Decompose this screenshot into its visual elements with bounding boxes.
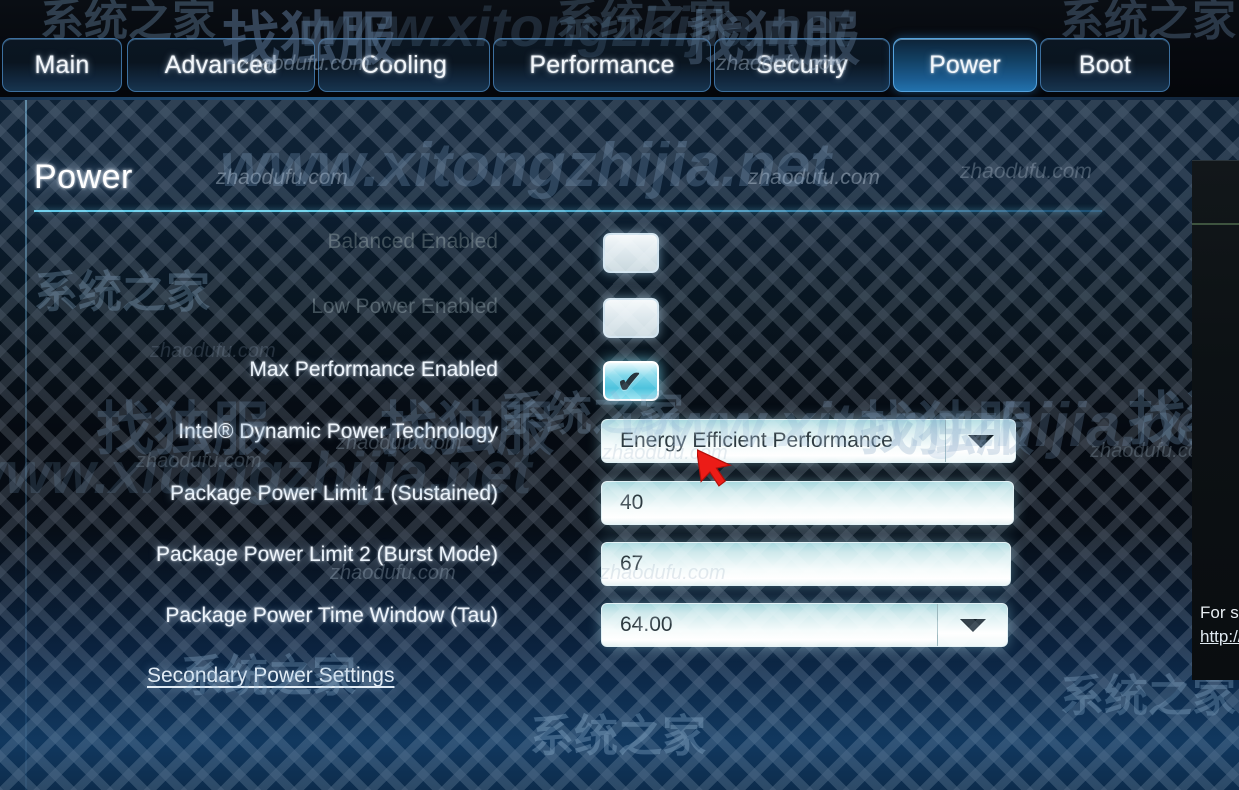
link-secondary-power-settings[interactable]: Secondary Power Settings (147, 664, 394, 688)
tab-label: Main (34, 50, 90, 79)
setting-row-package-power-limit-1: Package Power Limit 1 (Sustained) 40 (0, 470, 1239, 525)
input-value: 67 (620, 552, 644, 575)
setting-row-package-power-time-window: Package Power Time Window (Tau) 64.00 (0, 592, 1239, 647)
tab-advanced[interactable]: Advanced (127, 38, 315, 92)
tab-label: Cooling (360, 50, 448, 79)
dropdown-package-power-time-window[interactable]: 64.00 (601, 603, 1008, 647)
watermark-domain: zhaodufu.com (960, 160, 1092, 183)
bios-screen: Main Advanced Cooling Performance Securi… (0, 0, 1239, 790)
tab-main[interactable]: Main (2, 38, 122, 92)
tab-label: Power (929, 50, 1001, 79)
setting-row-dynamic-power-technology: Intel® Dynamic Power Technology Energy E… (0, 408, 1239, 463)
page-title: Power (34, 158, 133, 196)
tab-security[interactable]: Security (714, 38, 890, 92)
watermark-site-url: www.xitongzhijia.net (220, 131, 831, 200)
setting-label: Balanced Enabled (327, 230, 498, 253)
checkbox-max-performance-enabled[interactable]: ✔ (603, 361, 659, 401)
dropdown-value: Energy Efficient Performance (620, 429, 893, 452)
setting-row-low-power-enabled: Low Power Enabled (0, 283, 1239, 338)
help-line-1: For sup (1200, 603, 1239, 622)
mouse-cursor (697, 448, 733, 487)
input-package-power-limit-1[interactable]: 40 (601, 481, 1014, 525)
chevron-down-icon[interactable] (937, 604, 1007, 646)
tab-label: Boot (1078, 50, 1132, 79)
help-panel-rule (1192, 223, 1239, 225)
check-icon: ✔ (617, 366, 643, 399)
title-underline (34, 210, 1102, 212)
chevron-down-icon[interactable] (945, 420, 1015, 462)
watermark-domain: zhaodufu.com (748, 166, 880, 189)
watermark-domain: zhaodufu.com (216, 166, 348, 189)
tab-cooling[interactable]: Cooling (318, 38, 490, 92)
help-panel-text: For sup http://w (1200, 601, 1239, 649)
setting-label: Max Performance Enabled (249, 358, 498, 381)
tab-power[interactable]: Power (893, 38, 1037, 92)
setting-label: Package Power Limit 1 (Sustained) (170, 482, 498, 505)
checkbox-balanced-enabled[interactable] (603, 233, 659, 273)
setting-label: Intel® Dynamic Power Technology (178, 420, 498, 443)
input-value: 40 (620, 491, 644, 514)
help-panel: For sup http://w (1192, 160, 1239, 680)
setting-label: Package Power Limit 2 (Burst Mode) (156, 543, 498, 566)
setting-row-max-performance-enabled: Max Performance Enabled ✔ (0, 346, 1239, 401)
tab-label: Advanced (164, 50, 278, 79)
tab-boot[interactable]: Boot (1040, 38, 1170, 92)
help-support-url[interactable]: http://w (1200, 627, 1239, 646)
input-package-power-limit-2[interactable]: 67 (601, 542, 1011, 586)
power-settings-panel: Power Balanced Enabled Low Power Enabled… (0, 100, 1239, 790)
checkbox-low-power-enabled[interactable] (603, 298, 659, 338)
tab-bar: Main Advanced Cooling Performance Securi… (0, 0, 1239, 100)
tab-performance[interactable]: Performance (493, 38, 711, 92)
setting-row-package-power-limit-2: Package Power Limit 2 (Burst Mode) 67 (0, 531, 1239, 586)
dropdown-dynamic-power-technology[interactable]: Energy Efficient Performance (601, 419, 1016, 463)
watermark-cn-site: 系统之家 (530, 712, 706, 761)
tab-label: Security (756, 50, 848, 79)
setting-label: Low Power Enabled (311, 295, 498, 318)
tab-label: Performance (529, 50, 675, 79)
setting-row-balanced-enabled: Balanced Enabled (0, 218, 1239, 273)
setting-label: Package Power Time Window (Tau) (165, 604, 498, 627)
dropdown-value: 64.00 (620, 613, 673, 636)
